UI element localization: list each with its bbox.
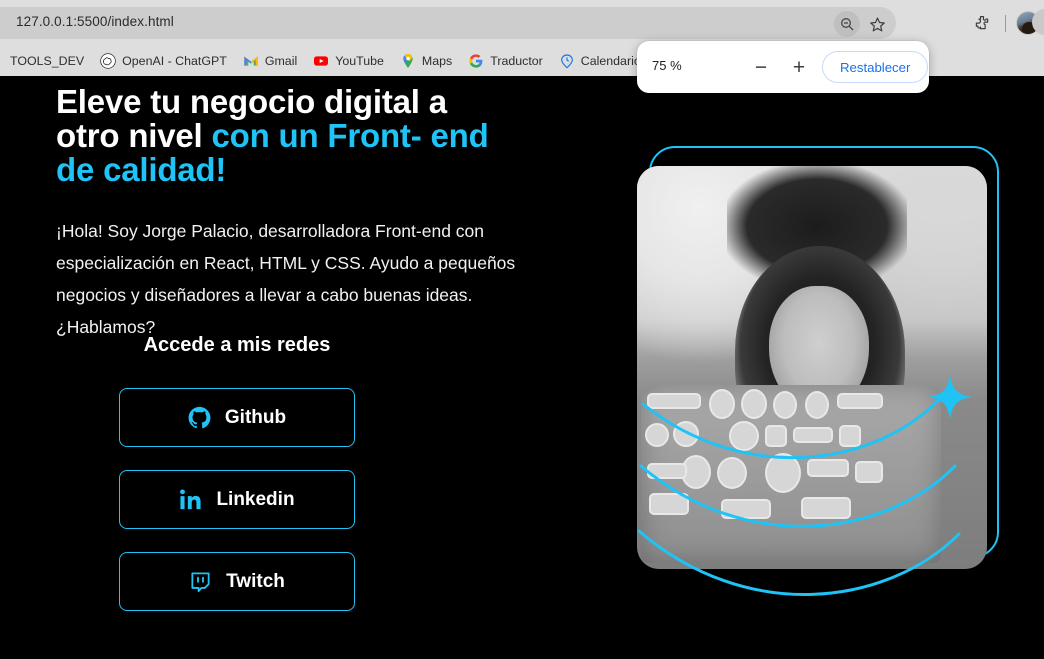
intro-paragraph: ¡Hola! Soy Jorge Palacio, desarrolladora… xyxy=(56,221,516,337)
zoom-popup: 75 % − + Restablecer xyxy=(637,41,929,93)
bookmark-traductor[interactable]: Traductor xyxy=(460,50,551,72)
chrome-actions xyxy=(969,8,1040,38)
maps-pin-icon xyxy=(400,53,416,69)
title-line-1: Eleve tu negocio digital a xyxy=(56,83,447,120)
linkedin-icon xyxy=(179,488,202,511)
star-icon[interactable] xyxy=(864,11,890,37)
bookmark-youtube[interactable]: YouTube xyxy=(305,50,392,72)
address-bar-url: 127.0.0.1:5500/index.html xyxy=(16,14,174,29)
github-icon xyxy=(188,406,211,429)
page-title: Eleve tu negocio digital a otro nivel co… xyxy=(56,85,506,187)
puzzle-piece-icon[interactable] xyxy=(969,10,995,36)
bookmark-maps[interactable]: Maps xyxy=(392,50,460,72)
github-button[interactable]: Github xyxy=(119,388,355,447)
portrait-photo xyxy=(637,166,987,569)
calendar-icon xyxy=(559,53,575,69)
zoom-percent-label: 75 % xyxy=(652,58,682,73)
zoom-out-button[interactable]: − xyxy=(747,53,775,81)
gmail-icon xyxy=(243,53,259,69)
title-line-2-white: otro nivel xyxy=(56,117,212,154)
bookmark-label: OpenAI - ChatGPT xyxy=(122,53,227,68)
browser-window: 127.0.0.1:5500/index.html TOOLS_DEV Open… xyxy=(0,0,1044,659)
bookmark-label: TOOLS_DEV xyxy=(10,53,85,68)
youtube-icon xyxy=(313,53,329,69)
twitch-button-label: Twitch xyxy=(226,570,285,592)
github-button-label: Github xyxy=(224,406,287,428)
sparkle-star-icon xyxy=(927,374,973,420)
hero-visual xyxy=(637,136,1017,631)
bookmark-label: Maps xyxy=(421,53,453,68)
zoom-out-magnifier-icon[interactable] xyxy=(834,11,860,37)
zoom-in-button[interactable]: + xyxy=(785,53,813,81)
omnibox-actions xyxy=(834,11,890,37)
zoom-reset-button[interactable]: Restablecer xyxy=(822,51,929,83)
bookmark-label: YouTube xyxy=(335,53,384,68)
social-buttons: Github Linkedin Twitch xyxy=(119,388,355,634)
social-heading: Accede a mis redes xyxy=(143,334,331,356)
photo-laptop xyxy=(641,385,941,563)
linkedin-button[interactable]: Linkedin xyxy=(119,470,355,529)
hero-left-column: Eleve tu negocio digital a otro nivel co… xyxy=(56,85,586,343)
twitch-button[interactable]: Twitch xyxy=(119,552,355,611)
page-content: Eleve tu negocio digital a otro nivel co… xyxy=(0,76,1044,659)
bookmark-gmail[interactable]: Gmail xyxy=(235,50,305,72)
google-g-icon xyxy=(468,53,484,69)
bookmark-tools-dev[interactable]: TOOLS_DEV xyxy=(2,51,92,71)
bookmark-openai-chatgpt[interactable]: OpenAI - ChatGPT xyxy=(92,50,235,72)
bookmark-label: Gmail xyxy=(264,53,298,68)
chrome-divider xyxy=(1005,14,1006,32)
title-line-2-accent: con un Front- xyxy=(211,117,422,154)
browser-chrome: 127.0.0.1:5500/index.html TOOLS_DEV Open… xyxy=(0,0,1044,93)
address-bar[interactable]: 127.0.0.1:5500/index.html xyxy=(0,7,896,39)
bookmark-label: Traductor xyxy=(490,53,543,68)
openai-icon xyxy=(100,52,116,69)
omnibox-row: 127.0.0.1:5500/index.html xyxy=(0,0,1044,45)
twitch-icon xyxy=(189,570,212,593)
linkedin-button-label: Linkedin xyxy=(216,488,295,510)
